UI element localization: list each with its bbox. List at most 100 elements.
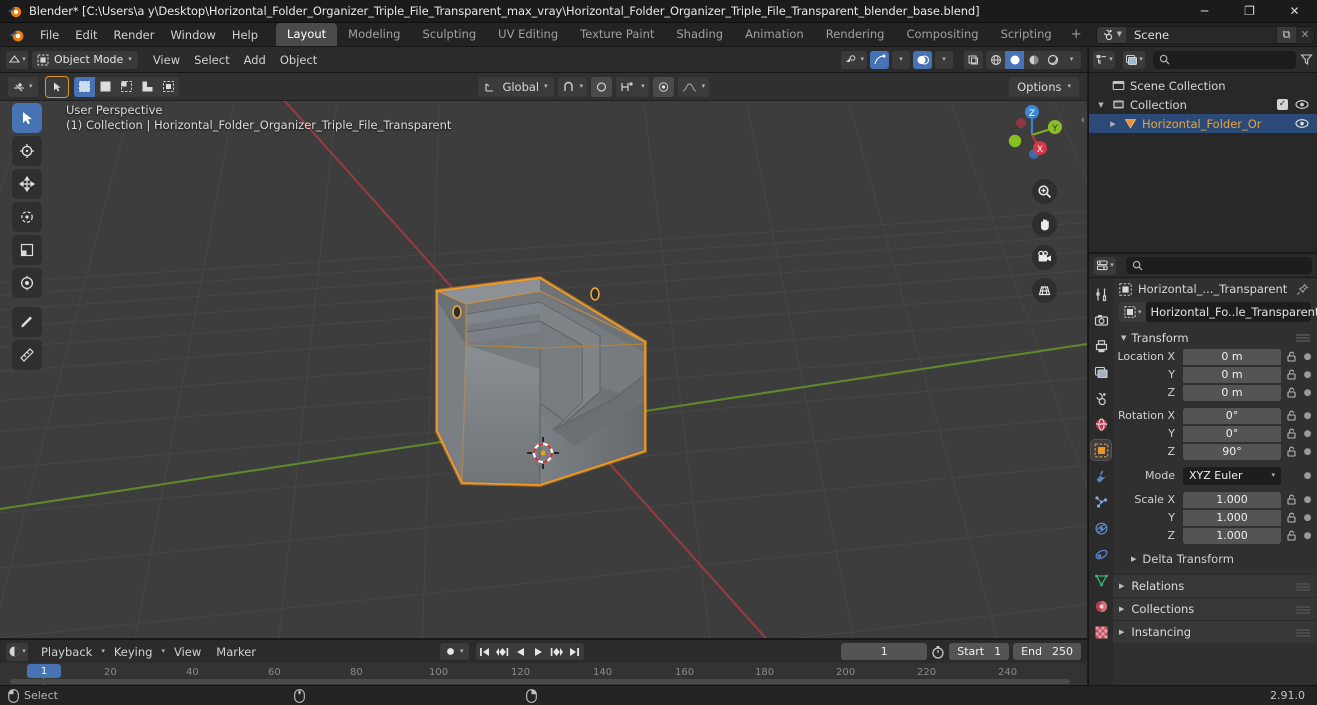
tool-measure[interactable] [12, 340, 42, 370]
tool-move[interactable] [12, 169, 42, 199]
animate-dot[interactable]: ● [1302, 513, 1313, 523]
outliner-editor-type-icon[interactable]: ▾ [1093, 50, 1115, 69]
current-frame-field[interactable]: 1 [841, 643, 928, 660]
play-button[interactable] [530, 643, 548, 660]
overlays-toggle[interactable] [913, 50, 932, 69]
timeline-menu-keying[interactable]: Keying [108, 643, 159, 661]
viewport-menu-add[interactable]: Add [237, 51, 273, 69]
scene-selector[interactable]: ▼ Scene ⧉ ✕ [1095, 25, 1315, 44]
shading-solid-icon[interactable] [1005, 50, 1024, 69]
timeline-menu-playback[interactable]: Playback [35, 643, 98, 661]
properties-tab-object-data[interactable] [1091, 570, 1111, 590]
properties-tab-object[interactable] [1090, 439, 1112, 461]
outliner-display-mode[interactable]: ▾ [1123, 50, 1145, 69]
snap-target-button[interactable]: ▾ [616, 76, 649, 97]
tool-transform[interactable] [12, 268, 42, 298]
lock-icon[interactable] [1285, 494, 1298, 505]
delta-transform-subpanel[interactable]: ▶ Delta Transform [1113, 549, 1317, 568]
falloff-button[interactable]: ▾ [677, 76, 710, 97]
eye-icon[interactable] [1295, 118, 1309, 129]
instancing-panel-header[interactable]: ▶ Instancing [1113, 620, 1317, 643]
animate-dot[interactable]: ● [1302, 531, 1313, 541]
gizmo-dropdown[interactable]: ▾ [892, 50, 910, 69]
outliner-row-object[interactable]: ▶ Horizontal_Folder_Or [1089, 114, 1317, 133]
transform-orientation-selector[interactable]: Global ▾ [478, 76, 554, 97]
ortho-persp-icon[interactable] [1032, 278, 1057, 303]
properties-editor-type-icon[interactable]: ▾ [1094, 256, 1116, 275]
pin-icon[interactable] [1296, 283, 1309, 296]
lock-icon[interactable] [1285, 530, 1298, 541]
tweak-tool-button[interactable] [44, 75, 69, 98]
shading-material-icon[interactable] [1024, 51, 1043, 69]
proportional-edit-button[interactable] [591, 76, 613, 97]
minimize-button[interactable]: ─ [1182, 0, 1227, 23]
pan-icon[interactable] [1032, 212, 1057, 237]
workspace-tab-compositing[interactable]: Compositing [895, 23, 989, 46]
outliner-editor[interactable]: ▾ ▾ Scene Collection ▼ Collection ✓ ▶ Ho… [1088, 47, 1317, 252]
outliner-filter-icon[interactable] [1300, 53, 1313, 66]
lock-icon[interactable] [1285, 410, 1298, 421]
use-preview-range-icon[interactable] [931, 645, 945, 659]
scene-name[interactable]: Scene [1126, 26, 1276, 43]
viewport-menu-view[interactable]: View [146, 51, 187, 69]
overlays-dropdown[interactable]: ▾ [935, 50, 953, 69]
shading-dropdown[interactable]: ▾ [1062, 51, 1081, 69]
checkbox-enabled[interactable]: ✓ [1277, 99, 1288, 110]
location-x-field[interactable]: 0 m [1183, 348, 1281, 365]
lock-icon[interactable] [1285, 351, 1298, 362]
properties-tab-modifiers[interactable] [1091, 466, 1111, 486]
properties-editor[interactable]: ▾ Horizontal_..._Transparent ▾ Horizonta… [1088, 253, 1317, 686]
viewport-options-button[interactable]: Options ▾ [1009, 76, 1079, 97]
workspace-tab-shading[interactable]: Shading [665, 23, 734, 46]
visibility-toggle[interactable]: ▾ [841, 50, 867, 69]
menu-edit[interactable]: Edit [67, 26, 105, 44]
rotation-mode-dropdown[interactable]: XYZ Euler ▾ [1183, 466, 1281, 485]
gizmo-toggle[interactable] [870, 50, 889, 69]
shading-rendered-icon[interactable] [1043, 51, 1062, 69]
properties-tab-material[interactable] [1091, 596, 1111, 616]
workspace-tab-texture-paint[interactable]: Texture Paint [569, 23, 665, 46]
auto-keying-button[interactable]: ▾ [440, 643, 469, 660]
workspace-tab-rendering[interactable]: Rendering [815, 23, 896, 46]
animate-dot[interactable]: ● [1302, 447, 1313, 457]
tool-scale[interactable] [12, 235, 42, 265]
new-scene-button[interactable]: ⧉ [1276, 26, 1296, 43]
workspace-tab-sculpting[interactable]: Sculpting [411, 23, 487, 46]
properties-tab-scene[interactable] [1091, 388, 1111, 408]
viewport-menu-select[interactable]: Select [187, 51, 236, 69]
rotation-x-field[interactable]: 0° [1183, 407, 1281, 424]
expander-object[interactable]: ▶ [1107, 120, 1119, 128]
eye-icon[interactable] [1295, 99, 1309, 110]
timeline-editor-type-icon[interactable]: ▾ [6, 642, 28, 661]
lock-icon[interactable] [1285, 369, 1298, 380]
add-workspace-button[interactable]: + [1063, 27, 1090, 42]
timeline-scrollbar[interactable] [10, 679, 1070, 684]
blender-menu-icon[interactable] [8, 26, 26, 44]
tool-tweak[interactable] [12, 103, 42, 133]
scale-z-field[interactable]: 1.000 [1183, 527, 1281, 544]
properties-tab-render[interactable] [1091, 310, 1111, 330]
animate-dot[interactable]: ● [1302, 352, 1313, 362]
expander-collection[interactable]: ▼ [1095, 101, 1107, 109]
timeline-menu-marker[interactable]: Marker [210, 643, 262, 661]
lock-icon[interactable] [1285, 387, 1298, 398]
select-invert-icon[interactable] [137, 77, 158, 97]
interaction-mode-selector[interactable]: Object Mode ▾ [32, 50, 138, 69]
select-box-icon[interactable] [73, 76, 95, 97]
viewport-menu-object[interactable]: Object [273, 51, 324, 69]
rotation-y-field[interactable]: 0° [1183, 425, 1281, 442]
menu-render[interactable]: Render [106, 26, 163, 44]
workspace-tab-scripting[interactable]: Scripting [990, 23, 1063, 46]
outliner-row-collection[interactable]: ▼ Collection ✓ [1089, 95, 1317, 114]
tool-annotate[interactable] [12, 307, 42, 337]
tool-cursor[interactable] [12, 136, 42, 166]
lock-icon[interactable] [1285, 446, 1298, 457]
outliner-search-input[interactable] [1153, 50, 1296, 69]
shading-wireframe-icon[interactable] [986, 51, 1005, 69]
animate-dot[interactable]: ● [1302, 429, 1313, 439]
menu-window[interactable]: Window [162, 26, 223, 44]
timeline-menu-view[interactable]: View [168, 643, 207, 661]
frame-end-field[interactable]: End 250 [1013, 643, 1081, 660]
rotation-z-field[interactable]: 90° [1183, 443, 1281, 460]
scale-x-field[interactable]: 1.000 [1183, 491, 1281, 508]
